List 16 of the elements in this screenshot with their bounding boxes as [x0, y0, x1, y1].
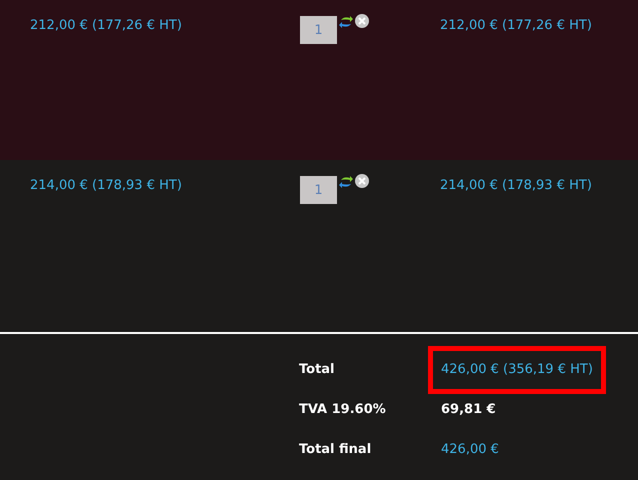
total-value: 426,00 € (356,19 € HT): [428, 346, 606, 394]
total-value: 426,00 €: [440, 441, 500, 460]
line-total: 212,00 € (177,26 € HT): [440, 17, 592, 35]
total-label: TVA 19.60%: [298, 401, 387, 420]
total-value: 69,81 €: [440, 401, 497, 420]
total-label: Total: [298, 361, 336, 380]
unit-price: 214,00 € (178,93 € HT): [29, 177, 183, 195]
line-total: 214,00 € (178,93 € HT): [440, 177, 592, 195]
refresh-icon[interactable]: [339, 14, 353, 30]
remove-icon[interactable]: [355, 174, 369, 188]
quantity-field[interactable]: 1: [300, 16, 337, 44]
quantity-field[interactable]: 1: [300, 176, 337, 204]
remove-icon[interactable]: [355, 14, 369, 28]
refresh-icon[interactable]: [339, 174, 353, 190]
total-label: Total final: [298, 441, 372, 460]
unit-price: 212,00 € (177,26 € HT): [29, 17, 183, 35]
